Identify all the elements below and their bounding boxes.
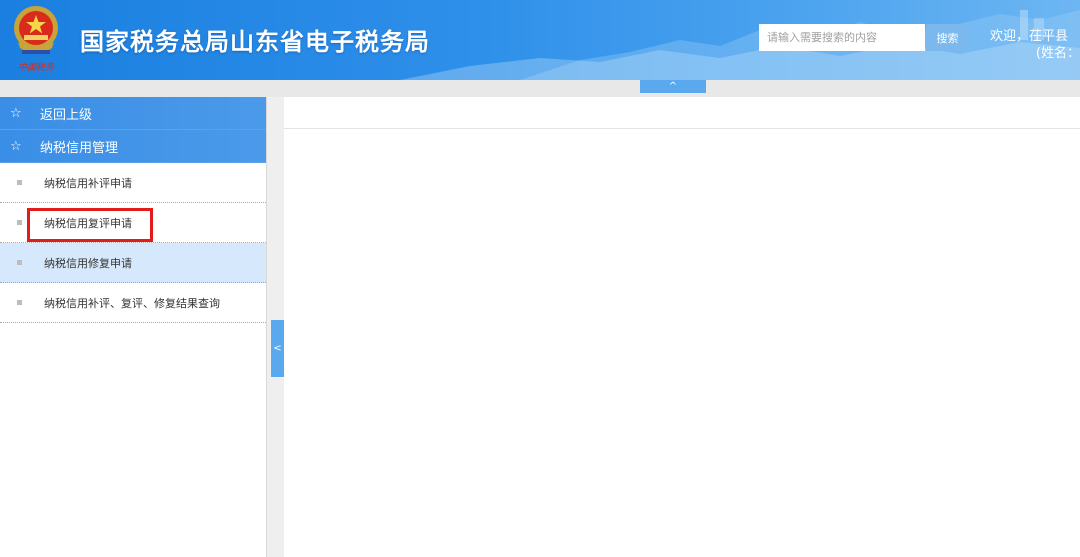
bullet-icon [17,180,22,185]
star-icon: ☆ [10,105,22,121]
emblem-caption: 中国税务 [18,62,55,73]
highlight-annotation-box [27,208,153,242]
sidebar-section-credit[interactable]: ☆ 纳税信用管理 [0,130,266,163]
header-banner: 中国税务 国家税务总局山东省电子税务局 搜索 欢迎，茌平县 (姓名： [0,0,1080,80]
bullet-icon [17,220,22,225]
bullet-icon [17,300,22,305]
chevron-left-icon[interactable]: < [271,320,284,377]
sidebar-item-result-query[interactable]: 纳税信用补评、复评、修复结果查询 [0,283,266,323]
search-input[interactable] [759,24,925,51]
search-button[interactable]: 搜索 [926,24,969,51]
main-tab-bar [284,97,1080,129]
bullet-icon [17,260,22,265]
chevron-up-icon[interactable]: ^ [640,80,706,93]
sidebar-item-label: 纳税信用补评申请 [44,176,132,190]
welcome-text: 欢迎，茌平县 (姓名： [990,28,1080,62]
star-icon: ☆ [10,138,22,154]
sidebar-item-supplementary-evaluation[interactable]: 纳税信用补评申请 [0,163,266,203]
sidebar-item-repair[interactable]: 纳税信用修复申请 [0,243,266,283]
sidebar-item-label: 纳税信用补评、复评、修复结果查询 [44,296,220,310]
sidebar-back-button[interactable]: ☆ 返回上级 [0,97,266,130]
emblem-logo: 中国税务 [14,6,58,73]
sidebar: ☆ 返回上级 ☆ 纳税信用管理 纳税信用补评申请 纳税信用复评申请 纳税信用修复… [0,97,267,557]
welcome-line1: 欢迎，茌平县 [990,29,1069,44]
sidebar-item-re-evaluation[interactable]: 纳税信用复评申请 [0,203,266,243]
welcome-line2: (姓名： [1035,46,1080,61]
sidebar-item-label: 纳税信用修复申请 [44,256,132,270]
sidebar-section-label: 纳税信用管理 [40,140,119,156]
collapse-strip [0,80,1080,97]
main-content [284,97,1080,557]
site-title: 国家税务总局山东省电子税务局 [80,28,430,56]
sidebar-back-label: 返回上级 [40,107,93,123]
